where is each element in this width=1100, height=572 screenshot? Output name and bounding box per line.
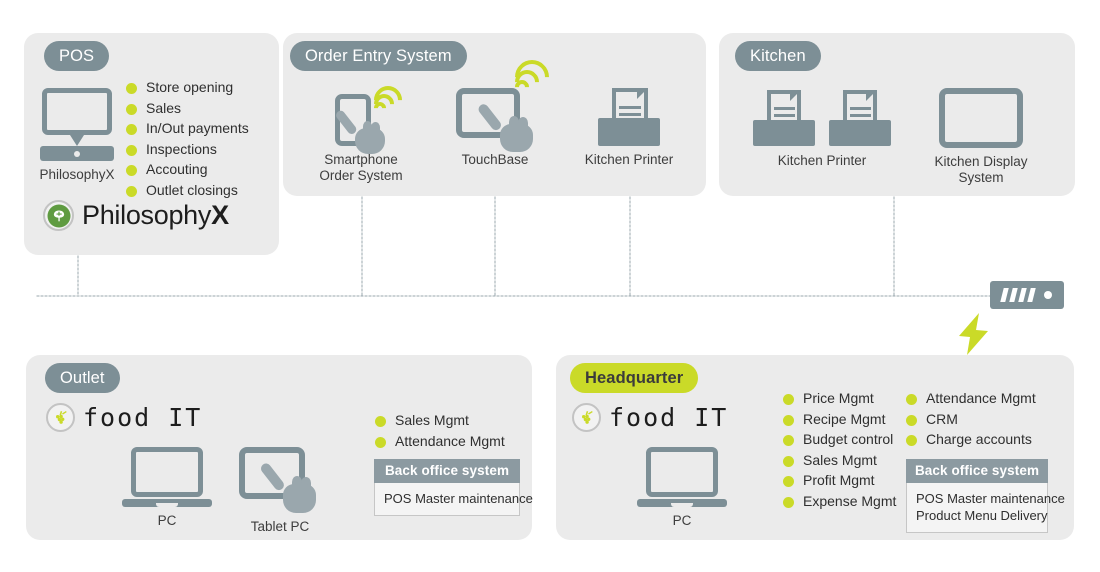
headquarter-pc-device[interactable]: PC: [637, 447, 727, 529]
server-icon: [990, 281, 1064, 309]
headquarter-badge: Headquarter: [570, 363, 699, 393]
list-item: Budget control: [783, 429, 896, 450]
pc-icon: [637, 447, 727, 511]
headquarter-foodit-logo: food IT: [572, 403, 728, 432]
display-icon: [939, 88, 1023, 148]
smartphone-caption: Smartphone Order System: [319, 152, 403, 183]
logo-text-bold: X: [211, 200, 229, 230]
pos-device[interactable]: PhilosophyX: [36, 88, 118, 183]
list-item: Store opening: [126, 77, 249, 98]
list-item: Sales Mgmt: [375, 410, 505, 431]
back-office-item: POS Master maintenance: [384, 491, 533, 506]
list-item: Inspections: [126, 139, 249, 160]
headquarter-feature-list-col2: Attendance Mgmt CRM Charge accounts: [906, 388, 1036, 450]
outlet-back-office-box: Back office system POS Master maintenanc…: [374, 459, 533, 516]
kitchen-drop-line: [893, 196, 895, 296]
kitchen-printer-device-2[interactable]: [828, 88, 892, 146]
headquarter-logo-text: food IT: [609, 403, 729, 432]
network-bus-line: [36, 295, 1041, 297]
outlet-badge: Outlet: [45, 363, 120, 393]
printer-icon: [829, 88, 891, 146]
lightning-bolt-icon: [959, 313, 988, 355]
pos-feature-list: Store opening Sales In/Out payments Insp…: [126, 77, 249, 200]
grapes-circle-icon: [46, 403, 75, 432]
outlet-pc-device[interactable]: PC: [122, 447, 212, 529]
logo-text-light: Philosophy: [82, 200, 212, 230]
outlet-pc-caption: PC: [157, 513, 177, 528]
touchbase-device[interactable]: TouchBase: [447, 52, 557, 168]
outlet-tablet-device[interactable]: Tablet PC: [234, 443, 326, 535]
outlet-tablet-caption: Tablet PC: [250, 519, 310, 534]
list-item: Recipe Mgmt: [783, 409, 896, 430]
list-item: CRM: [906, 409, 1036, 430]
list-item: Charge accounts: [906, 429, 1036, 450]
list-item: In/Out payments: [126, 118, 249, 139]
touchbase-drop-line: [494, 196, 496, 296]
list-item: Sales: [126, 98, 249, 119]
back-office-item: POS Master maintenance: [916, 491, 1065, 506]
pos-drop-line: [77, 255, 79, 296]
list-item: Price Mgmt: [783, 388, 896, 409]
order-printer-caption: Kitchen Printer: [584, 152, 674, 167]
pos-device-caption: PhilosophyX: [39, 167, 115, 182]
tablet-touch-icon: [447, 52, 557, 152]
kitchen-printer-caption: Kitchen Printer: [777, 153, 867, 168]
smartphone-order-device[interactable]: Smartphone Order System: [311, 80, 411, 184]
list-item: Accouting: [126, 159, 249, 180]
kitchen-printer-device-1[interactable]: [752, 88, 816, 146]
headquarter-feature-list-col1: Price Mgmt Recipe Mgmt Budget control Sa…: [783, 388, 896, 511]
back-office-item: Product Menu Delivery: [916, 508, 1048, 523]
printer-icon: [753, 88, 815, 146]
order-printer-drop-line: [629, 196, 631, 296]
grapes-circle-icon: [572, 403, 601, 432]
laptop-icon: [40, 88, 114, 161]
outlet-logo-text: food IT: [83, 403, 203, 432]
philosophyx-logo: PhilosophyX: [43, 200, 229, 231]
tree-circle-icon: [43, 200, 74, 231]
list-item: Profit Mgmt: [783, 470, 896, 491]
touchbase-caption: TouchBase: [461, 152, 529, 167]
wifi-icon: [507, 52, 559, 102]
back-office-header: Back office system: [374, 459, 520, 483]
kitchen-display-device[interactable]: Kitchen Display System: [928, 88, 1034, 186]
list-item: Sales Mgmt: [783, 450, 896, 471]
pc-icon: [122, 447, 212, 511]
wifi-icon: [368, 80, 408, 120]
outlet-foodit-logo: food IT: [46, 403, 202, 432]
order-entry-badge: Order Entry System: [290, 41, 467, 71]
tablet-touch-icon: [234, 443, 326, 513]
order-printer-device[interactable]: Kitchen Printer: [579, 84, 679, 168]
kitchen-display-caption: Kitchen Display System: [934, 154, 1028, 185]
outlet-feature-list: Sales Mgmt Attendance Mgmt: [375, 410, 505, 451]
list-item: Expense Mgmt: [783, 491, 896, 512]
pos-badge: POS: [44, 41, 110, 71]
diagram-canvas: POS PhilosophyX Store opening Sales In/O…: [0, 0, 1100, 572]
kitchen-badge: Kitchen: [735, 41, 821, 71]
smartphone-drop-line: [361, 196, 363, 296]
headquarter-pc-caption: PC: [672, 513, 692, 528]
smartphone-touch-icon: [311, 80, 411, 154]
headquarter-back-office-box: Back office system POS Master maintenanc…: [906, 459, 1065, 533]
back-office-header: Back office system: [906, 459, 1048, 483]
printer-icon: [598, 84, 660, 146]
list-item: Outlet closings: [126, 180, 249, 201]
list-item: Attendance Mgmt: [375, 431, 505, 452]
list-item: Attendance Mgmt: [906, 388, 1036, 409]
